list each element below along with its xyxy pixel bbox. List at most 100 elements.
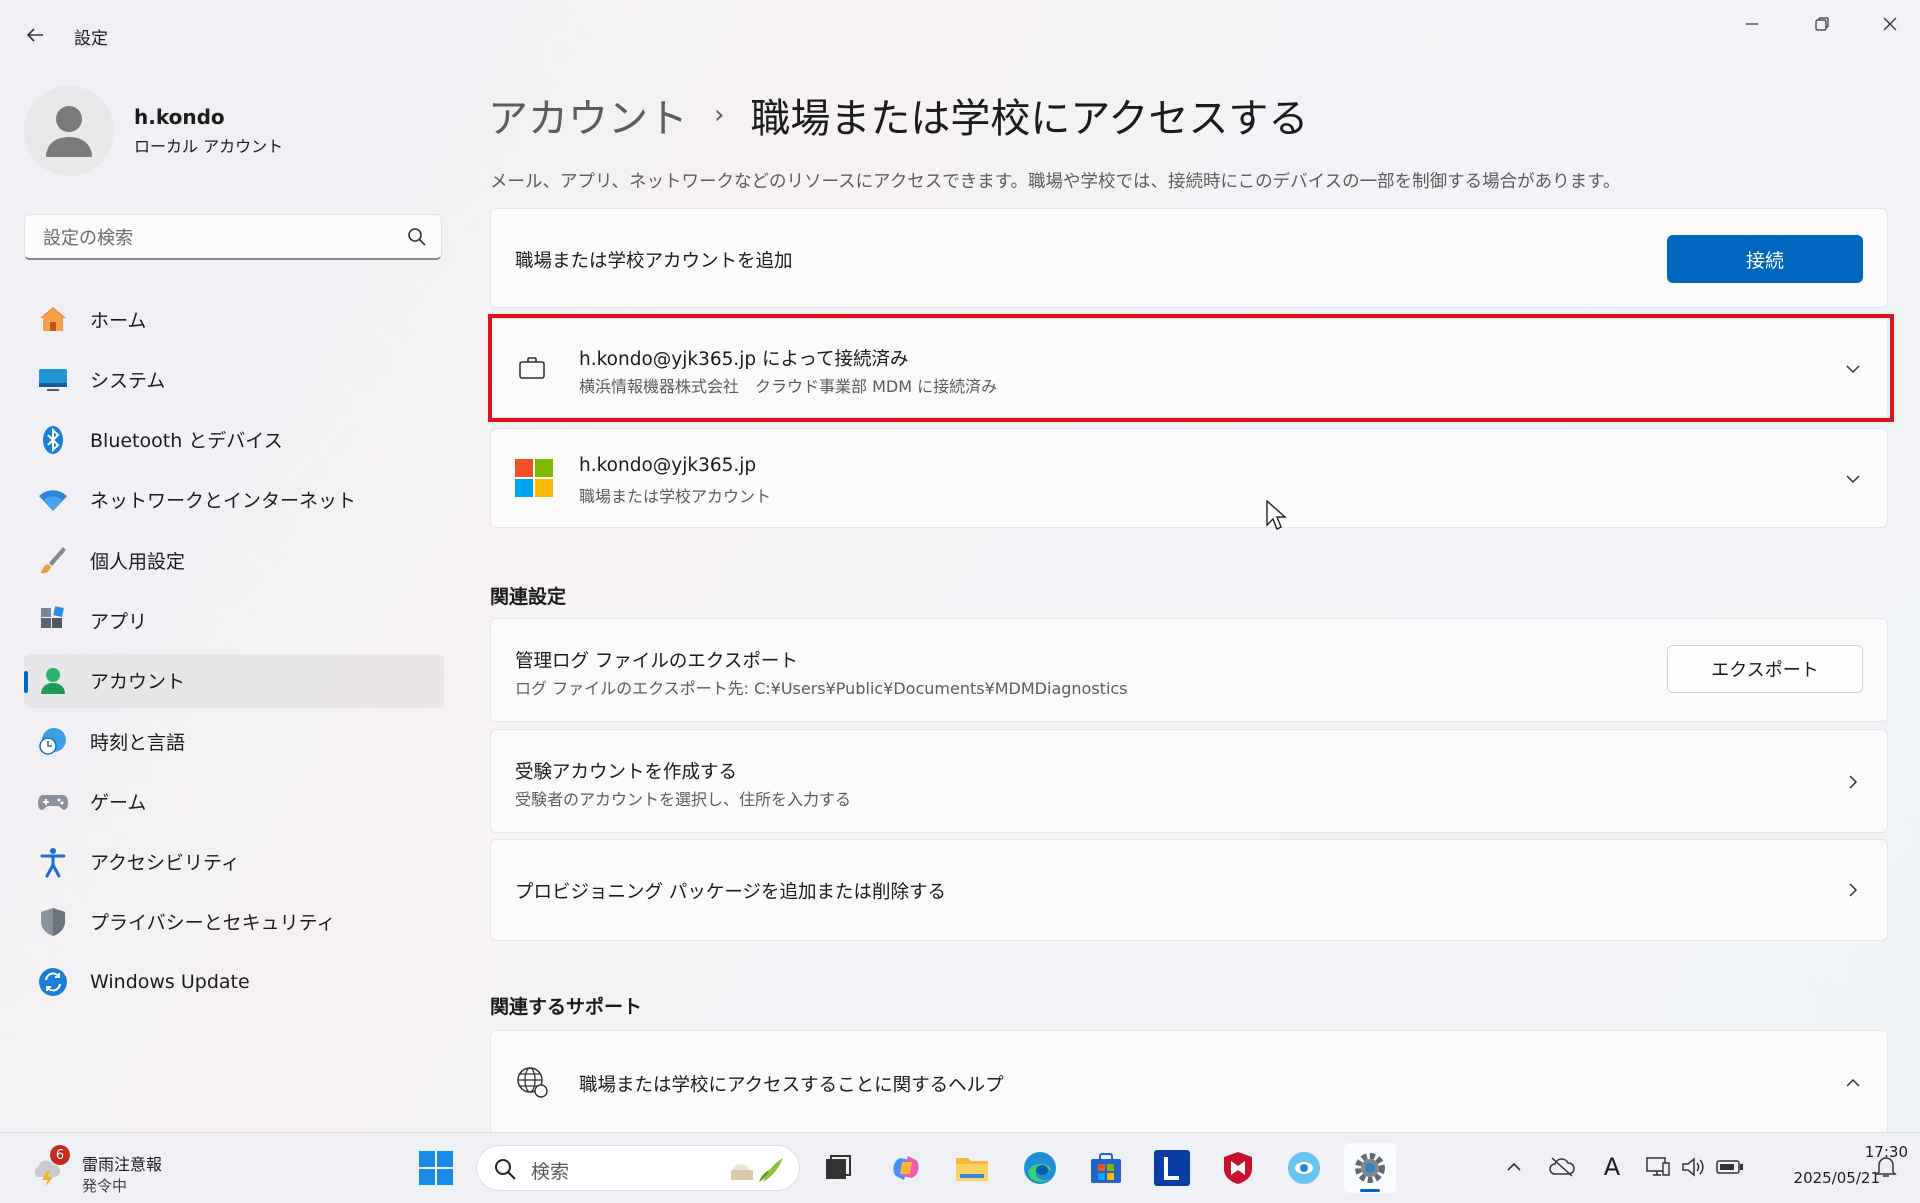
mouse-cursor-icon xyxy=(1266,499,1288,536)
volume-icon[interactable] xyxy=(1680,1153,1708,1181)
clock-date[interactable]: 2025/05/21 xyxy=(1760,1169,1880,1187)
task-view-icon xyxy=(826,1155,851,1179)
search-highlight-icon xyxy=(731,1158,783,1182)
sidebar-item-system[interactable]: システム xyxy=(24,352,444,406)
minimize-icon xyxy=(1746,23,1758,25)
close-icon xyxy=(1883,17,1897,31)
account-title: h.kondo@yjk365.jp によって接続済み xyxy=(579,349,909,370)
sidebar-item-gaming[interactable]: ゲーム xyxy=(24,774,444,828)
app-title: 設定 xyxy=(74,29,108,49)
chevron-right-icon xyxy=(1843,772,1863,792)
bluetooth-icon xyxy=(36,423,70,457)
exam-account-card[interactable]: 受験アカウントを作成する 受験者のアカウントを選択し、住所を入力する xyxy=(490,729,1888,833)
connect-button[interactable]: 接続 xyxy=(1667,235,1863,283)
store-button[interactable] xyxy=(1080,1143,1132,1193)
minimize-button[interactable] xyxy=(1722,8,1782,40)
sidebar-item-privacy[interactable]: プライバシーとセキュリティ xyxy=(24,895,444,949)
mcafee-button[interactable] xyxy=(1212,1143,1264,1193)
taskbar: 6 雷雨注意報 発令中 検索 A 17:30 2025/05/21 xyxy=(0,1132,1920,1203)
file-explorer-button[interactable] xyxy=(946,1143,998,1193)
sidebar-item-label: ゲーム xyxy=(90,791,147,814)
brush-icon xyxy=(36,543,70,577)
chevron-right-icon xyxy=(1843,880,1863,900)
sidebar-item-label: アプリ xyxy=(90,610,148,633)
edge-button[interactable] xyxy=(1014,1143,1066,1193)
battery-icon[interactable] xyxy=(1716,1153,1744,1181)
restore-icon xyxy=(1815,17,1829,31)
help-card[interactable]: 職場または学校にアクセスすることに関するヘルプ xyxy=(490,1030,1888,1140)
exam-account-subtitle: 受験者のアカウントを選択し、住所を入力する xyxy=(515,790,852,809)
sidebar-item-accounts[interactable]: アカウント xyxy=(24,653,444,708)
ime-indicator[interactable]: A xyxy=(1598,1153,1626,1181)
breadcrumb-parent[interactable]: アカウント xyxy=(488,86,688,144)
sidebar-item-home[interactable]: ホーム xyxy=(24,292,444,346)
mcafee-shield-icon xyxy=(1224,1152,1252,1184)
avatar xyxy=(24,86,114,176)
help-title: 職場または学校にアクセスすることに関するヘルプ xyxy=(579,1075,1004,1096)
sidebar-item-apps[interactable]: アプリ xyxy=(24,593,444,647)
provisioning-title: プロビジョニング パッケージを追加または削除する xyxy=(515,882,947,903)
user-profile[interactable]: h.kondo ローカル アカウント xyxy=(24,86,283,176)
update-icon xyxy=(36,965,70,999)
app-round-button[interactable] xyxy=(1278,1143,1330,1193)
breadcrumb: アカウント › 職場または学校にアクセスする xyxy=(488,86,1308,144)
settings-search[interactable] xyxy=(24,214,442,261)
folder-icon xyxy=(956,1158,988,1181)
export-logs-path: ログ ファイルのエクスポート先: C:¥Users¥Public¥Documen… xyxy=(515,679,1128,698)
globe-clock-icon xyxy=(36,724,70,758)
related-settings-heading: 関連設定 xyxy=(490,586,567,608)
sidebar-item-personalization[interactable]: 個人用設定 xyxy=(24,533,444,587)
provisioning-card[interactable]: プロビジョニング パッケージを追加または削除する xyxy=(490,839,1888,941)
sidebar-item-accessibility[interactable]: アクセシビリティ xyxy=(24,835,444,889)
sidebar-item-bluetooth[interactable]: Bluetooth とデバイス xyxy=(24,413,444,467)
search-icon xyxy=(408,228,426,246)
taskbar-search[interactable]: 検索 xyxy=(476,1145,800,1191)
onedrive-offline-icon[interactable] xyxy=(1548,1153,1576,1181)
sidebar-item-label: Windows Update xyxy=(90,971,250,994)
person-icon xyxy=(36,664,70,698)
chevron-down-icon[interactable] xyxy=(1843,469,1863,489)
chevron-up-icon[interactable] xyxy=(1843,1073,1863,1093)
sidebar-item-label: 個人用設定 xyxy=(90,550,186,573)
export-logs-title: 管理ログ ファイルのエクスポート xyxy=(515,651,798,672)
sidebar-item-network[interactable]: ネットワークとインターネット xyxy=(24,473,444,527)
user-name: h.kondo xyxy=(134,105,225,129)
task-view-button[interactable] xyxy=(812,1143,864,1193)
exam-account-title: 受験アカウントを作成する xyxy=(515,762,738,783)
chevron-up-icon[interactable] xyxy=(1500,1153,1528,1181)
account-card-mdm[interactable]: h.kondo@yjk365.jp によって接続済み 横浜情報機器株式会社 クラ… xyxy=(490,318,1888,418)
wifi-icon xyxy=(36,483,70,517)
sidebar-item-time-language[interactable]: 時刻と言語 xyxy=(24,714,444,768)
network-icon[interactable] xyxy=(1644,1153,1672,1181)
start-button[interactable] xyxy=(410,1143,462,1193)
copilot-button[interactable] xyxy=(880,1143,932,1193)
l-app-icon xyxy=(1154,1150,1190,1186)
close-button[interactable] xyxy=(1860,8,1920,40)
arrow-left-icon xyxy=(26,28,43,42)
search-input[interactable] xyxy=(41,215,405,261)
weather-widget[interactable]: 6 雷雨注意報 発令中 xyxy=(8,1139,168,1197)
sidebar-nav: ホーム システム Bluetooth とデバイス ネットワークとインターネット … xyxy=(24,292,444,1016)
monitor-icon xyxy=(36,362,70,396)
sidebar-item-windows-update[interactable]: Windows Update xyxy=(24,955,444,1009)
account-subtitle: 横浜情報機器株式会社 クラウド事業部 MDM に接続済み xyxy=(579,377,998,396)
line-works-button[interactable] xyxy=(1146,1143,1198,1193)
active-app-indicator xyxy=(1360,1189,1380,1192)
sidebar-item-label: アクセシビリティ xyxy=(90,852,240,875)
microsoft-logo-icon xyxy=(515,459,553,501)
restore-button[interactable] xyxy=(1792,8,1852,40)
account-card-microsoft[interactable]: h.kondo@yjk365.jp 職場または学校アカウント xyxy=(490,428,1888,528)
sidebar-item-label: アカウント xyxy=(90,671,186,694)
notification-bell-icon[interactable] xyxy=(1872,1153,1900,1181)
chevron-down-icon[interactable] xyxy=(1843,359,1863,379)
briefcase-icon xyxy=(517,353,547,387)
export-button[interactable]: エクスポート xyxy=(1667,645,1863,693)
search-icon xyxy=(495,1159,516,1180)
back-button[interactable] xyxy=(20,20,50,50)
sidebar-item-label: 時刻と言語 xyxy=(90,731,186,754)
related-support-heading: 関連するサポート xyxy=(490,996,643,1018)
copilot-icon xyxy=(893,1156,919,1180)
sidebar-item-label: Bluetooth とデバイス xyxy=(90,430,283,453)
settings-taskbar-button[interactable] xyxy=(1344,1143,1396,1193)
account-subtitle: 職場または学校アカウント xyxy=(579,487,772,506)
